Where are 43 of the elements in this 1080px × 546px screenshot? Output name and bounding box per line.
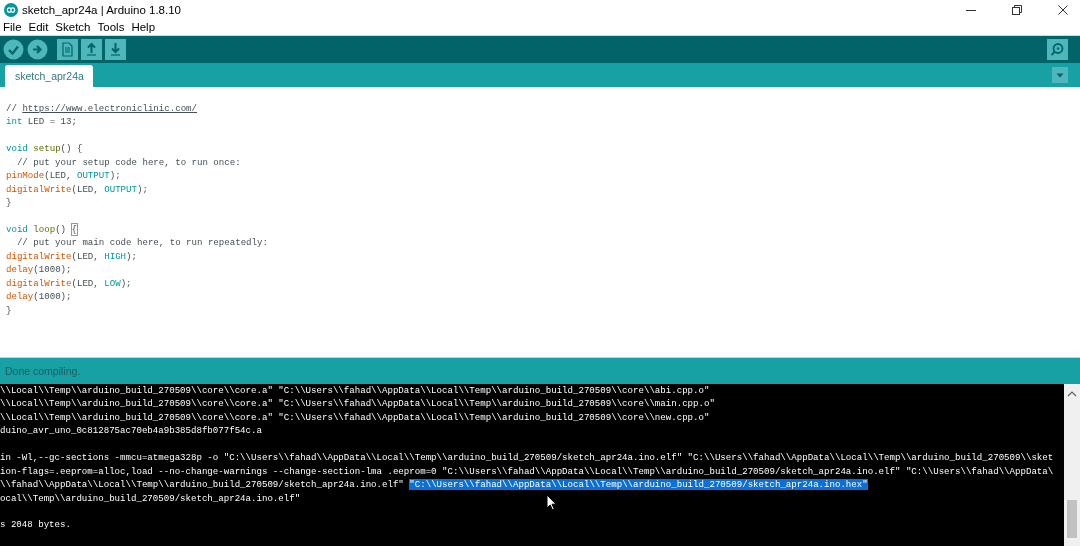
code-line: } bbox=[6, 196, 12, 210]
code-line: digitalWrite(LED, HIGH); bbox=[6, 249, 137, 264]
dropdown-icon[interactable] bbox=[1052, 67, 1068, 83]
menu-item[interactable]: Sketch bbox=[55, 21, 91, 33]
code-line: // put your setup code here, to run once: bbox=[15, 155, 241, 170]
new-file-icon[interactable] bbox=[57, 39, 78, 60]
code-line: delay(1000); bbox=[6, 263, 72, 277]
close-icon[interactable] bbox=[1058, 5, 1068, 15]
console-line: \\Local\\Temp\\arduino_build_270509\\core\\core.a" "C:\\Users\\fahad\\AppData\\Local\\Temp\\arduino_build_270509\\core\\new.cpp.o" bbox=[0, 410, 710, 425]
code-line: // https://www.electroniclinic.com/ bbox=[6, 102, 197, 116]
code-line: digitalWrite(LED, LOW); bbox=[6, 276, 132, 291]
console-line: ocal\\Temp\\arduino_build_270509/sketch_apr24a.ino.elf" bbox=[0, 491, 301, 505]
app-logo-icon bbox=[4, 3, 18, 17]
console-line: ion-flags=.eeprom=alloc,load --no-change-warnings --change-section-lma .eeprom=0 "C:\\Users\\fahad\\AppData\\Local\\Temp\\arduino_build_270509/sketch_apr24a.ino.elf" "C:\\Users\\fahad\\AppData\ bbox=[0, 464, 1054, 479]
editor-tab[interactable]: sketch_apr24a bbox=[5, 65, 93, 87]
code-line: digitalWrite(LED, OUTPUT); bbox=[6, 182, 148, 197]
code-line: int LED = 13; bbox=[6, 115, 77, 129]
upload-icon[interactable] bbox=[27, 39, 48, 60]
code-line: delay(1000); bbox=[6, 290, 72, 304]
scrollbar-thumb[interactable] bbox=[1067, 500, 1077, 538]
code-line: void setup() { bbox=[6, 142, 83, 156]
code-line: } bbox=[6, 303, 12, 317]
code-line: pinMode(LED, OUTPUT); bbox=[6, 169, 121, 183]
menu-item[interactable]: File bbox=[3, 21, 22, 33]
menu-item[interactable]: Help bbox=[131, 21, 156, 33]
status-message: Done compiling. bbox=[5, 365, 81, 377]
console-line: s 2048 bytes. bbox=[0, 518, 71, 532]
menu-item[interactable]: Tools bbox=[97, 21, 125, 33]
console-line: \\Local\\Temp\\arduino_build_270509\\core\\core.a" "C:\\Users\\fahad\\AppData\\Local\\Temp\\arduino_build_270509\\core\\abi.cpp.o" bbox=[0, 384, 710, 398]
restore-icon[interactable] bbox=[1012, 5, 1022, 15]
mouse-pointer-icon bbox=[546, 494, 557, 511]
console-line: \\fahad\\AppData\\Local\\Temp\\arduino_build_270509/sketch_apr24a.ino.elf" "C:\\Users\\fahad\\AppData\\Local\\Temp\\arduino_build_270509/sketch_apr24a.ino.hex" bbox=[0, 478, 868, 492]
console-line: \\Local\\Temp\\arduino_build_270509\\core\\core.a" "C:\\Users\\fahad\\AppData\\Local\\Temp\\arduino_build_270509\\core\\main.cpp.o" bbox=[0, 397, 715, 411]
menu-item[interactable]: Edit bbox=[28, 21, 49, 33]
console-line: duino_avr_uno_0c812875ac70eb4a9b385d8fb077f54c.a bbox=[0, 424, 262, 438]
code-line: void loop() { bbox=[6, 222, 77, 237]
window-title: sketch_apr24a | Arduino 1.8.10 bbox=[22, 4, 181, 16]
scroll-up-icon[interactable] bbox=[1067, 390, 1077, 398]
verify-icon[interactable] bbox=[3, 39, 24, 60]
serial-monitor-icon[interactable] bbox=[1047, 39, 1068, 60]
code-line: // put your main code here, to run repeatedly: bbox=[15, 236, 268, 250]
scrollbar[interactable] bbox=[1064, 384, 1080, 546]
console-line: in -Wl,--gc-sections -mmcu=atmega328p -o "C:\\Users\\fahad\\AppData\\Local\\Temp\\arduino_build_270509/sketch_apr24a.ino.elf" "C:\\Users\\fahad\\AppData\\Local\\Temp\\arduino_build_270509\\sket bbox=[0, 451, 1054, 465]
